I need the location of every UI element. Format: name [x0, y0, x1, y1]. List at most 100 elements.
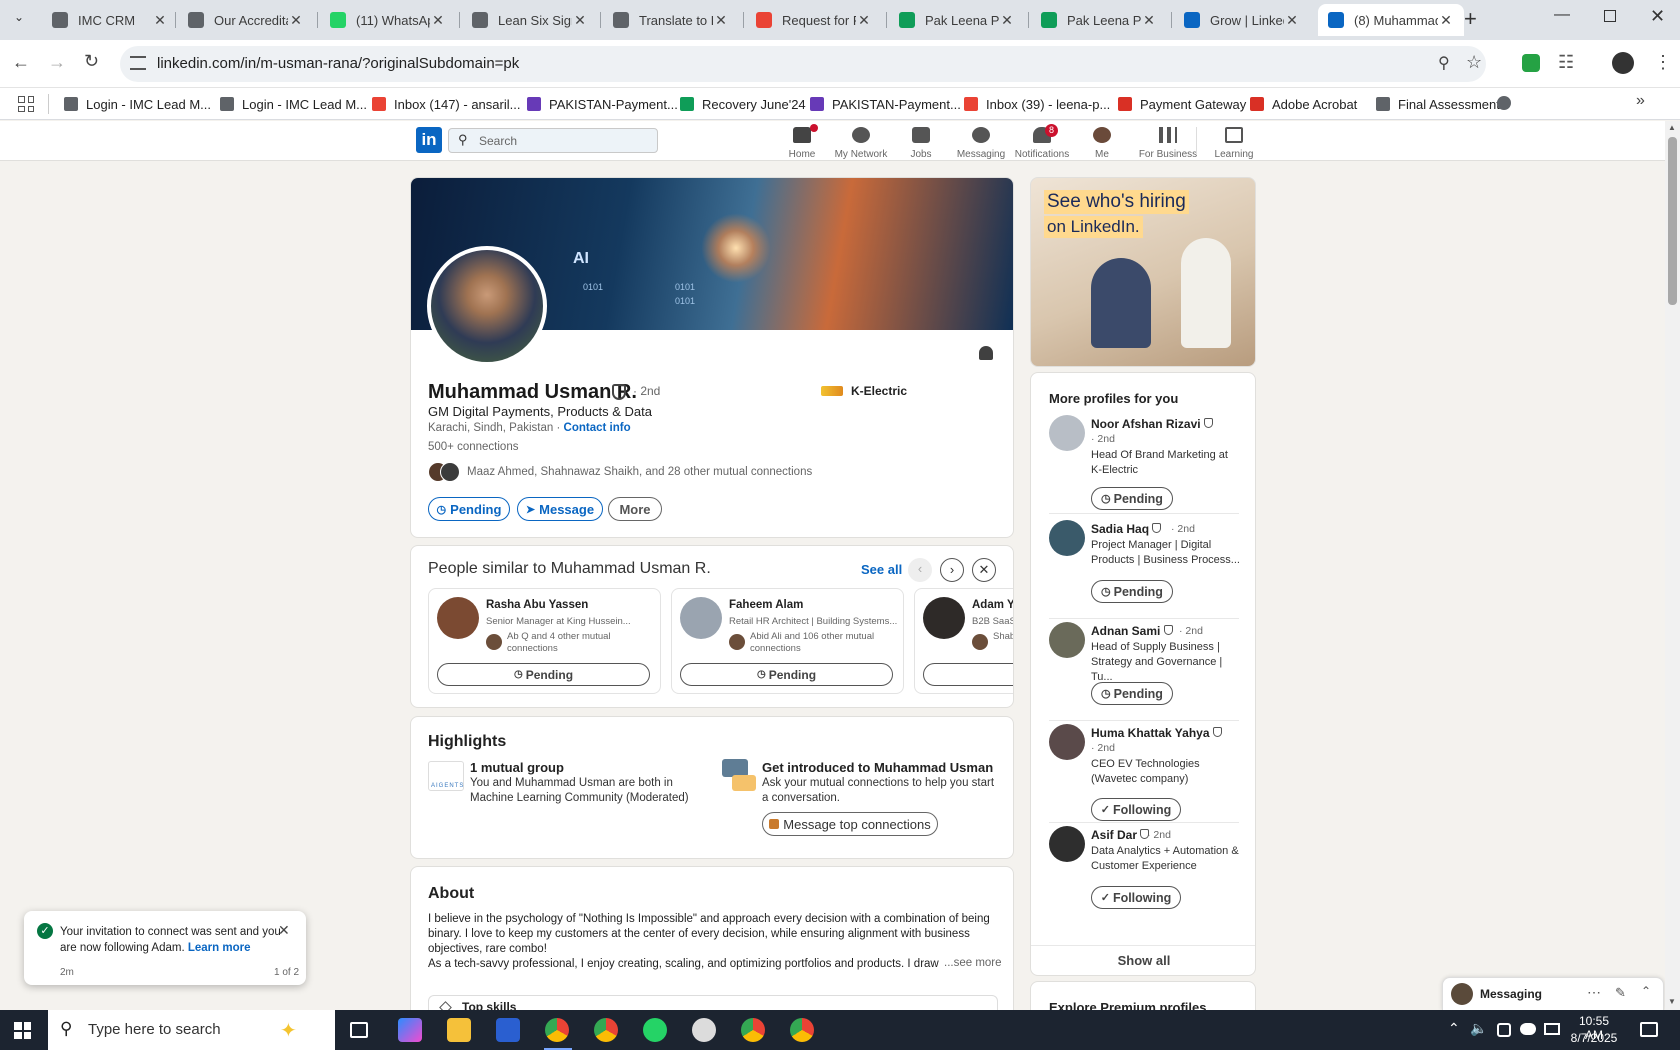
dismiss-similar-button[interactable]: ✕	[972, 558, 996, 582]
profile-name[interactable]: Noor Afshan Rizavi	[1091, 417, 1213, 431]
nav-item-home[interactable]: Home	[772, 123, 832, 160]
pending-button[interactable]: ◷ Pending	[1091, 580, 1173, 603]
similar-person-card[interactable]: Rasha Abu Yassen Senior Manager at King H…	[428, 588, 661, 694]
app-icon[interactable]	[496, 1018, 520, 1042]
hiring-ad[interactable]: See who's hiring on LinkedIn.	[1030, 177, 1256, 367]
windows-start-icon[interactable]	[14, 1022, 31, 1039]
bookmark-item[interactable]: Login - IMC Lead M...	[64, 94, 211, 114]
close-tab-icon[interactable]: ✕	[856, 12, 872, 29]
notification-center-icon[interactable]	[1640, 1022, 1658, 1037]
pending-button[interactable]: ◷ Pending	[1091, 487, 1173, 510]
tray-app-icon[interactable]	[1497, 1023, 1511, 1037]
avatar[interactable]	[1049, 622, 1085, 658]
more-button[interactable]: More	[608, 497, 662, 521]
carousel-prev-button[interactable]: ‹	[908, 558, 932, 582]
close-tab-icon[interactable]: ✕	[430, 12, 446, 29]
url-text[interactable]: linkedin.com/in/m-usman-rana/?originalSu…	[157, 55, 519, 72]
person-name[interactable]: Rasha Abu Yassen	[486, 599, 588, 611]
task-view-icon[interactable]	[350, 1022, 368, 1038]
message-top-connections-button[interactable]: Message top connections	[762, 812, 938, 836]
avatar[interactable]	[1049, 520, 1085, 556]
nav-item-jobs[interactable]: Jobs	[891, 123, 951, 160]
chrome-icon[interactable]	[790, 1018, 814, 1042]
new-tab-button[interactable]: +	[1464, 6, 1477, 32]
nav-item-for-business[interactable]: For Business	[1138, 123, 1198, 160]
browser-tab[interactable]: Lean Six Sigma✕	[462, 4, 598, 36]
browser-tab[interactable]: Translate to Eng✕	[603, 4, 739, 36]
tray-chevron-icon[interactable]: ⌃	[1448, 1020, 1460, 1037]
nav-item-me[interactable]: Me	[1072, 123, 1132, 160]
app-icon[interactable]	[692, 1018, 716, 1042]
volume-muted-icon[interactable]: 🔈	[1470, 1020, 1487, 1037]
person-pending-button[interactable]: ◷P	[923, 663, 1013, 686]
pending-button[interactable]: ◷ Pending	[1091, 682, 1173, 705]
bookmark-item[interactable]: Recovery June'24	[680, 94, 806, 114]
bookmarks-overflow-icon[interactable]: »	[1636, 92, 1645, 110]
profile-photo[interactable]	[427, 246, 547, 366]
bookmark-item[interactable]: Adobe Acrobat	[1250, 94, 1357, 114]
learn-more-link[interactable]: Learn more	[188, 942, 251, 954]
carousel-next-button[interactable]: ›	[940, 558, 964, 582]
page-scrollbar[interactable]: ▲ ▼	[1665, 121, 1680, 1010]
current-company[interactable]: K-Electric	[851, 384, 907, 398]
file-explorer-icon[interactable]	[447, 1018, 471, 1042]
person-name[interactable]: Adam Ya	[972, 599, 1013, 611]
bookmark-item[interactable]: Inbox (39) - leena-p...	[964, 94, 1110, 114]
address-bar[interactable]: linkedin.com/in/m-usman-rana/?originalSu…	[120, 46, 1486, 82]
compose-icon[interactable]: ✎	[1615, 985, 1626, 1001]
zoom-icon[interactable]: ⚲	[1438, 53, 1450, 73]
nav-item-messaging[interactable]: Messaging	[951, 123, 1011, 160]
person-pending-button[interactable]: ◷ Pending	[437, 663, 650, 686]
chevron-up-icon[interactable]: ⌃	[1641, 984, 1651, 998]
close-toast-icon[interactable]: ✕	[278, 922, 290, 939]
browser-tab[interactable]: Request for Ref✕	[746, 4, 882, 36]
scrollbar-up-arrow[interactable]: ▲	[1668, 123, 1676, 132]
scrollbar-down-arrow[interactable]: ▼	[1668, 997, 1676, 1006]
see-all-link[interactable]: See all	[861, 562, 902, 577]
similar-person-card[interactable]: Faheem Alam Retail HR Architect | Buildin…	[671, 588, 904, 694]
apps-grid-icon[interactable]	[18, 96, 34, 112]
mutual-connections-text[interactable]: Maaz Ahmed, Shahnawaz Shaikh, and 28 oth…	[467, 466, 812, 478]
similar-person-card[interactable]: Adam Ya B2B SaaS C Shabl conn ◷P	[914, 588, 1013, 694]
mutual-group-title[interactable]: 1 mutual group	[470, 760, 564, 775]
profile-name[interactable]: Asif Dar	[1091, 828, 1150, 842]
chrome-icon[interactable]	[594, 1018, 618, 1042]
copilot-icon[interactable]	[398, 1018, 422, 1042]
close-tab-icon[interactable]: ✕	[572, 12, 588, 29]
back-icon[interactable]: ←	[12, 52, 30, 73]
close-tab-icon[interactable]: ✕	[288, 12, 304, 29]
bookmark-item[interactable]: PAKISTAN-Payment...	[810, 94, 961, 114]
forward-icon[interactable]: →	[48, 52, 66, 73]
close-tab-icon[interactable]: ✕	[152, 12, 168, 29]
bookmark-star-icon[interactable]: ☆	[1466, 52, 1482, 73]
close-tab-icon[interactable]: ✕	[1141, 12, 1157, 29]
nav-item-notifications[interactable]: 8 Notifications	[1012, 123, 1072, 160]
close-tab-icon[interactable]: ✕	[713, 12, 729, 29]
extension-whatsapp-icon[interactable]	[1522, 54, 1540, 72]
global-search-input[interactable]: ⚲ Search	[448, 128, 658, 153]
scrollbar-thumb[interactable]	[1668, 137, 1677, 305]
site-info-icon[interactable]	[130, 56, 146, 70]
bookmark-item[interactable]: Final Assessment	[1376, 94, 1500, 114]
person-name[interactable]: Faheem Alam	[729, 599, 803, 611]
nav-item-learning[interactable]: Learning	[1204, 123, 1264, 160]
bookmark-extra-icon[interactable]	[1497, 96, 1511, 110]
browser-tab[interactable]: (11) WhatsApp✕	[320, 4, 456, 36]
notification-bell-icon[interactable]	[979, 346, 993, 360]
following-button[interactable]: ✓ Following	[1091, 886, 1181, 909]
minimize-button[interactable]: —	[1554, 6, 1570, 24]
show-all-button[interactable]: Show all	[1031, 953, 1255, 968]
bookmark-item[interactable]: Inbox (147) - ansaril...	[372, 94, 520, 114]
network-icon[interactable]	[1544, 1023, 1560, 1035]
close-window-button[interactable]: ✕	[1650, 6, 1665, 27]
close-tab-icon[interactable]: ✕	[999, 12, 1015, 29]
profile-name[interactable]: Sadia Haq	[1091, 522, 1162, 536]
close-tab-icon[interactable]: ✕	[1438, 12, 1454, 29]
taskbar-date[interactable]: 8/7/2025	[1570, 1031, 1618, 1045]
chrome-menu-icon[interactable]: ⋮	[1654, 52, 1672, 73]
extensions-icon[interactable]: ☷	[1558, 52, 1574, 73]
nav-item-my-network[interactable]: My Network	[831, 123, 891, 160]
whatsapp-icon[interactable]	[643, 1018, 667, 1042]
avatar[interactable]	[1049, 415, 1085, 451]
close-tab-icon[interactable]: ✕	[1284, 12, 1300, 29]
